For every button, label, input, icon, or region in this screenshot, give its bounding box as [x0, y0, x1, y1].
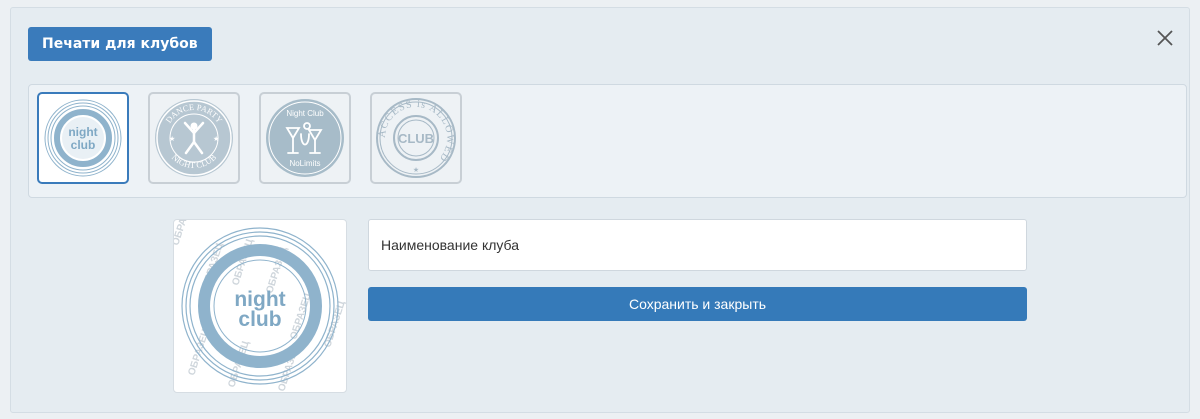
- stamp-thumb-nolimits[interactable]: Night Club NoLimits: [259, 92, 351, 184]
- stamp-top-text: Night Club: [286, 109, 324, 118]
- stamp-thumb-access-allowed[interactable]: ACCESS is ALLOWED CLUB ★: [370, 92, 462, 184]
- star-icon: ★: [413, 166, 419, 174]
- star-icon: ★: [213, 135, 219, 143]
- stamp-thumb-night-club[interactable]: night club: [37, 92, 129, 184]
- close-icon[interactable]: [1154, 27, 1176, 49]
- stamp-text-club: club: [238, 308, 281, 331]
- watermark-text: ОБРАЗЕЦ: [174, 220, 196, 247]
- dialog-title-button[interactable]: Печати для клубов: [28, 27, 212, 61]
- star-icon: ★: [169, 135, 175, 143]
- stamp-center-text: CLUB: [398, 131, 434, 146]
- stamp-text-club: club: [71, 138, 96, 152]
- stamp-gallery: night club DANCE PARTY NIGHT CLUB ★ ★ Ni…: [28, 84, 1187, 198]
- stamps-dialog: Печати для клубов night club DANCE PARTY…: [10, 7, 1190, 413]
- stamp-text-night: night: [68, 125, 97, 139]
- stamp-thumb-dance-party[interactable]: DANCE PARTY NIGHT CLUB ★ ★: [148, 92, 240, 184]
- save-and-close-button[interactable]: Сохранить и закрыть: [368, 287, 1027, 321]
- stamp-preview: ОБРАЗЕЦ ОБРАЗЕЦ ОБРАЗЕЦ ОБРАЗЕЦ ОБРАЗЕЦ …: [173, 219, 347, 393]
- club-name-input[interactable]: [368, 219, 1027, 271]
- stamp-bottom-text: NoLimits: [289, 159, 320, 168]
